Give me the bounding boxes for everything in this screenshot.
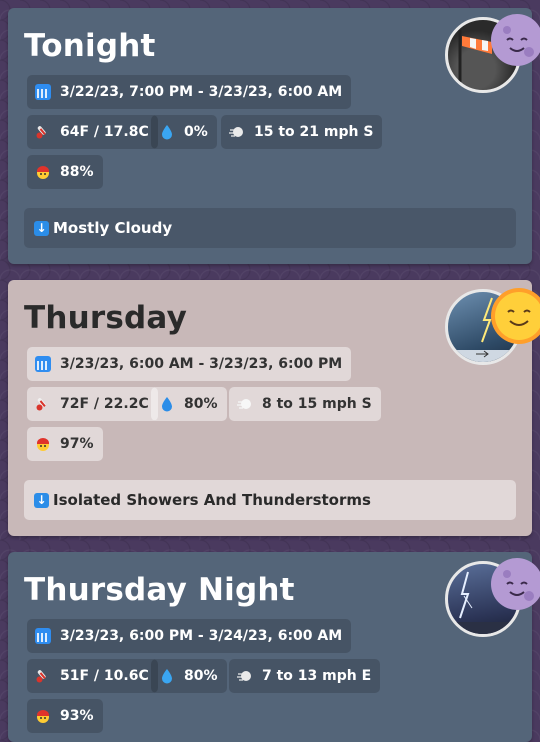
precipitation-text: 80% — [184, 668, 218, 684]
forecast-summary[interactable]: ↓ Mostly Cloudy — [24, 208, 516, 248]
droplet-icon — [159, 124, 175, 140]
time-range-text: 3/22/23, 7:00 PM - 3/23/23, 6:00 AM — [60, 84, 343, 100]
wind-text: 15 to 21 mph S — [254, 124, 374, 140]
forecast-card-thursday-night: Thursday Night 3/23/23, 6:00 PM - 3/24/2… — [8, 552, 540, 742]
wind-chip: 7 to 13 mph E — [229, 659, 381, 693]
droplet-icon — [159, 396, 175, 412]
humidity-text: 88% — [60, 164, 94, 180]
temperature-text: 64F / 17.8C — [60, 124, 149, 140]
forecast-summary[interactable]: ↓ Isolated Showers And Thunderstorms — [24, 480, 516, 520]
humidity-chip: 93% — [27, 699, 103, 733]
wind-icon — [237, 396, 253, 412]
precipitation-chip: 80% — [151, 387, 227, 421]
wind-chip: 8 to 15 mph S — [229, 387, 381, 421]
humidity-face-icon — [35, 436, 51, 452]
calendar-icon — [35, 628, 51, 644]
period-title: Tonight — [24, 28, 156, 64]
forecast-text: Isolated Showers And Thunderstorms — [53, 491, 371, 509]
precipitation-text: 80% — [184, 396, 218, 412]
precipitation-chip: 80% — [151, 659, 227, 693]
temperature-text: 72F / 22.2C — [60, 396, 149, 412]
forecast-text: Mostly Cloudy — [53, 219, 173, 237]
thermometer-icon — [35, 124, 51, 140]
period-title: Thursday — [24, 300, 187, 336]
wind-chip: 15 to 21 mph S — [221, 115, 383, 149]
time-range-chip: 3/23/23, 6:00 AM - 3/23/23, 6:00 PM — [27, 347, 352, 381]
wind-icon — [229, 124, 245, 140]
moon-face-icon — [491, 558, 540, 610]
moon-face-icon — [491, 14, 540, 66]
precipitation-text: 0% — [184, 124, 208, 140]
calendar-icon — [35, 356, 51, 372]
humidity-chip: 97% — [27, 427, 103, 461]
droplet-icon — [159, 668, 175, 684]
time-range-text: 3/23/23, 6:00 PM - 3/24/23, 6:00 AM — [60, 628, 343, 644]
expand-down-icon: ↓ — [34, 220, 49, 236]
expand-down-icon: ↓ — [34, 492, 49, 508]
time-range-chip: 3/22/23, 7:00 PM - 3/23/23, 6:00 AM — [27, 75, 352, 109]
humidity-text: 97% — [60, 436, 94, 452]
forecast-card-thursday: Thursday 3/23/23, 6:00 AM - 3/23/23, 6:0… — [8, 280, 540, 536]
period-title: Thursday Night — [24, 572, 295, 608]
wind-icon — [237, 668, 253, 684]
temperature-text: 51F / 10.6C — [60, 668, 149, 684]
humidity-face-icon — [35, 164, 51, 180]
forecast-card-tonight: Tonight 3/22/23, 7:00 PM - 3/23/23, 6:00… — [8, 8, 540, 264]
time-range-chip: 3/23/23, 6:00 PM - 3/24/23, 6:00 AM — [27, 619, 352, 653]
sun-face-icon — [495, 292, 540, 340]
thermometer-icon — [35, 396, 51, 412]
temperature-chip: 72F / 22.2C — [27, 387, 158, 421]
precipitation-chip: 0% — [151, 115, 217, 149]
temperature-chip: 51F / 10.6C — [27, 659, 158, 693]
humidity-chip: 88% — [27, 155, 103, 189]
wind-text: 8 to 15 mph S — [262, 396, 372, 412]
humidity-face-icon — [35, 708, 51, 724]
temperature-chip: 64F / 17.8C — [27, 115, 158, 149]
thermometer-icon — [35, 668, 51, 684]
time-range-text: 3/23/23, 6:00 AM - 3/23/23, 6:00 PM — [60, 356, 343, 372]
humidity-text: 93% — [60, 708, 94, 724]
calendar-icon — [35, 84, 51, 100]
wind-text: 7 to 13 mph E — [262, 668, 372, 684]
